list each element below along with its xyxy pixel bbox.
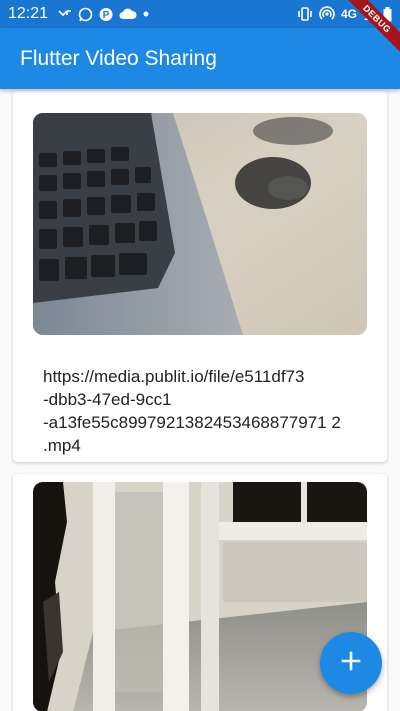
debug-banner: DEBUG (340, 0, 400, 60)
video-card[interactable]: https://media.publit.io/file/e511df73 -d… (13, 91, 387, 462)
whatsapp-icon (78, 7, 93, 22)
hotspot-icon (319, 6, 335, 22)
status-time: 12:21 (8, 5, 49, 22)
video-thumbnail[interactable] (33, 482, 367, 711)
video-url-line: .mp4 (43, 436, 81, 455)
video-url: https://media.publit.io/file/e511df73 -d… (43, 365, 363, 457)
video-url-line: https://media.publit.io/file/e511df73 (43, 367, 305, 386)
dot-icon (143, 11, 149, 17)
svg-text:P: P (103, 10, 110, 21)
p-app-icon: P (99, 7, 113, 22)
missed-call-icon (58, 7, 72, 21)
video-url-line: -a13fe55c8997921382453468877971 2 (43, 413, 341, 432)
vibrate-icon (297, 7, 313, 21)
add-video-button[interactable] (320, 632, 382, 694)
video-url-line: -dbb3-47ed-9cc1 (43, 390, 172, 409)
debug-banner-label: DEBUG (340, 0, 400, 56)
add-icon (341, 651, 361, 676)
page-title: Flutter Video Sharing (20, 46, 217, 70)
video-thumbnail[interactable] (33, 113, 367, 335)
cloud-icon (119, 8, 137, 20)
video-list[interactable]: https://media.publit.io/file/e511df73 -d… (0, 89, 400, 711)
